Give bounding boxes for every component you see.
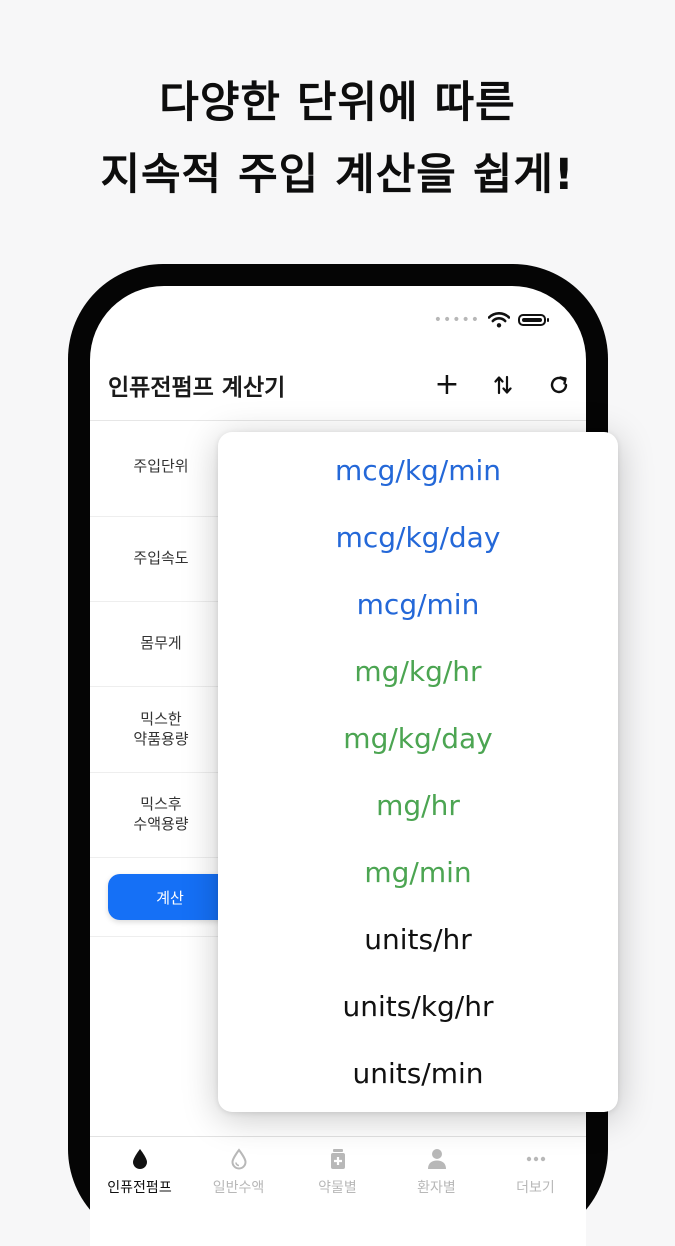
tab-by-patient[interactable]: 환자별 — [387, 1147, 486, 1197]
row-label: 주입단위 — [133, 457, 189, 475]
tab-label: 더보기 — [516, 1180, 555, 1196]
option-mg-hr[interactable]: mg/hr — [218, 772, 618, 838]
tab-label: 인퓨전펌프 — [107, 1180, 172, 1196]
swap-vertical-icon — [494, 375, 512, 395]
option-units-kg-hr[interactable]: units/kg/hr — [218, 973, 618, 1039]
unit-dropdown-menu: mcg/kg/min mcg/kg/day mcg/min mg/kg/hr m… — [218, 432, 618, 1112]
option-units-min[interactable]: units/min — [218, 1040, 618, 1106]
medicine-bottle-icon — [330, 1149, 345, 1169]
option-mg-kg-day[interactable]: mg/kg/day — [218, 705, 618, 771]
wifi-icon — [488, 312, 510, 328]
person-icon — [427, 1149, 446, 1169]
row-label: 몸무게 — [140, 634, 182, 652]
add-button[interactable]: + — [432, 370, 462, 400]
row-label: 믹스한 약품용량 — [133, 710, 189, 748]
option-mcg-kg-min[interactable]: mcg/kg/min — [218, 437, 618, 503]
signal-dots-icon: ••••• — [433, 312, 480, 328]
option-mcg-kg-day[interactable]: mcg/kg/day — [218, 504, 618, 570]
option-mcg-min[interactable]: mcg/min — [218, 571, 618, 637]
tab-infusion-pump[interactable]: 인퓨전펌프 — [90, 1147, 189, 1197]
battery-icon — [518, 314, 549, 326]
row-label: 믹스후 수액용량 — [133, 795, 189, 833]
page-title: 인퓨전펌프 계산기 — [108, 375, 286, 401]
more-dots-icon — [526, 1156, 545, 1162]
plus-icon: + — [434, 367, 460, 402]
tab-bar: 인퓨전펌프 일반수액 약물별 환자별 더보기 — [90, 1136, 586, 1246]
headline-line-1: 다양한 단위에 따른 — [159, 78, 516, 128]
refresh-button[interactable] — [544, 370, 574, 400]
headline-line-2: 지속적 주입 계산을 쉽게! — [100, 150, 575, 200]
tab-label: 약물별 — [318, 1180, 357, 1196]
tab-general-fluid[interactable]: 일반수액 — [189, 1147, 288, 1197]
option-mg-kg-hr[interactable]: mg/kg/hr — [218, 638, 618, 704]
row-label: 주입속도 — [133, 549, 189, 567]
calculate-button[interactable]: 계산 — [108, 874, 232, 920]
option-units-hr[interactable]: units/hr — [218, 906, 618, 972]
drop-filled-icon — [132, 1149, 147, 1169]
tab-label: 일반수액 — [212, 1180, 265, 1196]
option-mg-min[interactable]: mg/min — [218, 839, 618, 905]
refresh-icon — [550, 376, 568, 394]
drop-outline-icon — [230, 1148, 247, 1170]
tab-label: 환자별 — [417, 1180, 456, 1196]
status-bar: ••••• — [433, 310, 549, 330]
app-bar: 인퓨전펌프 계산기 + — [90, 354, 586, 421]
tab-by-drug[interactable]: 약물별 — [288, 1147, 387, 1197]
swap-button[interactable] — [488, 370, 518, 400]
tab-more[interactable]: 더보기 — [486, 1147, 585, 1197]
